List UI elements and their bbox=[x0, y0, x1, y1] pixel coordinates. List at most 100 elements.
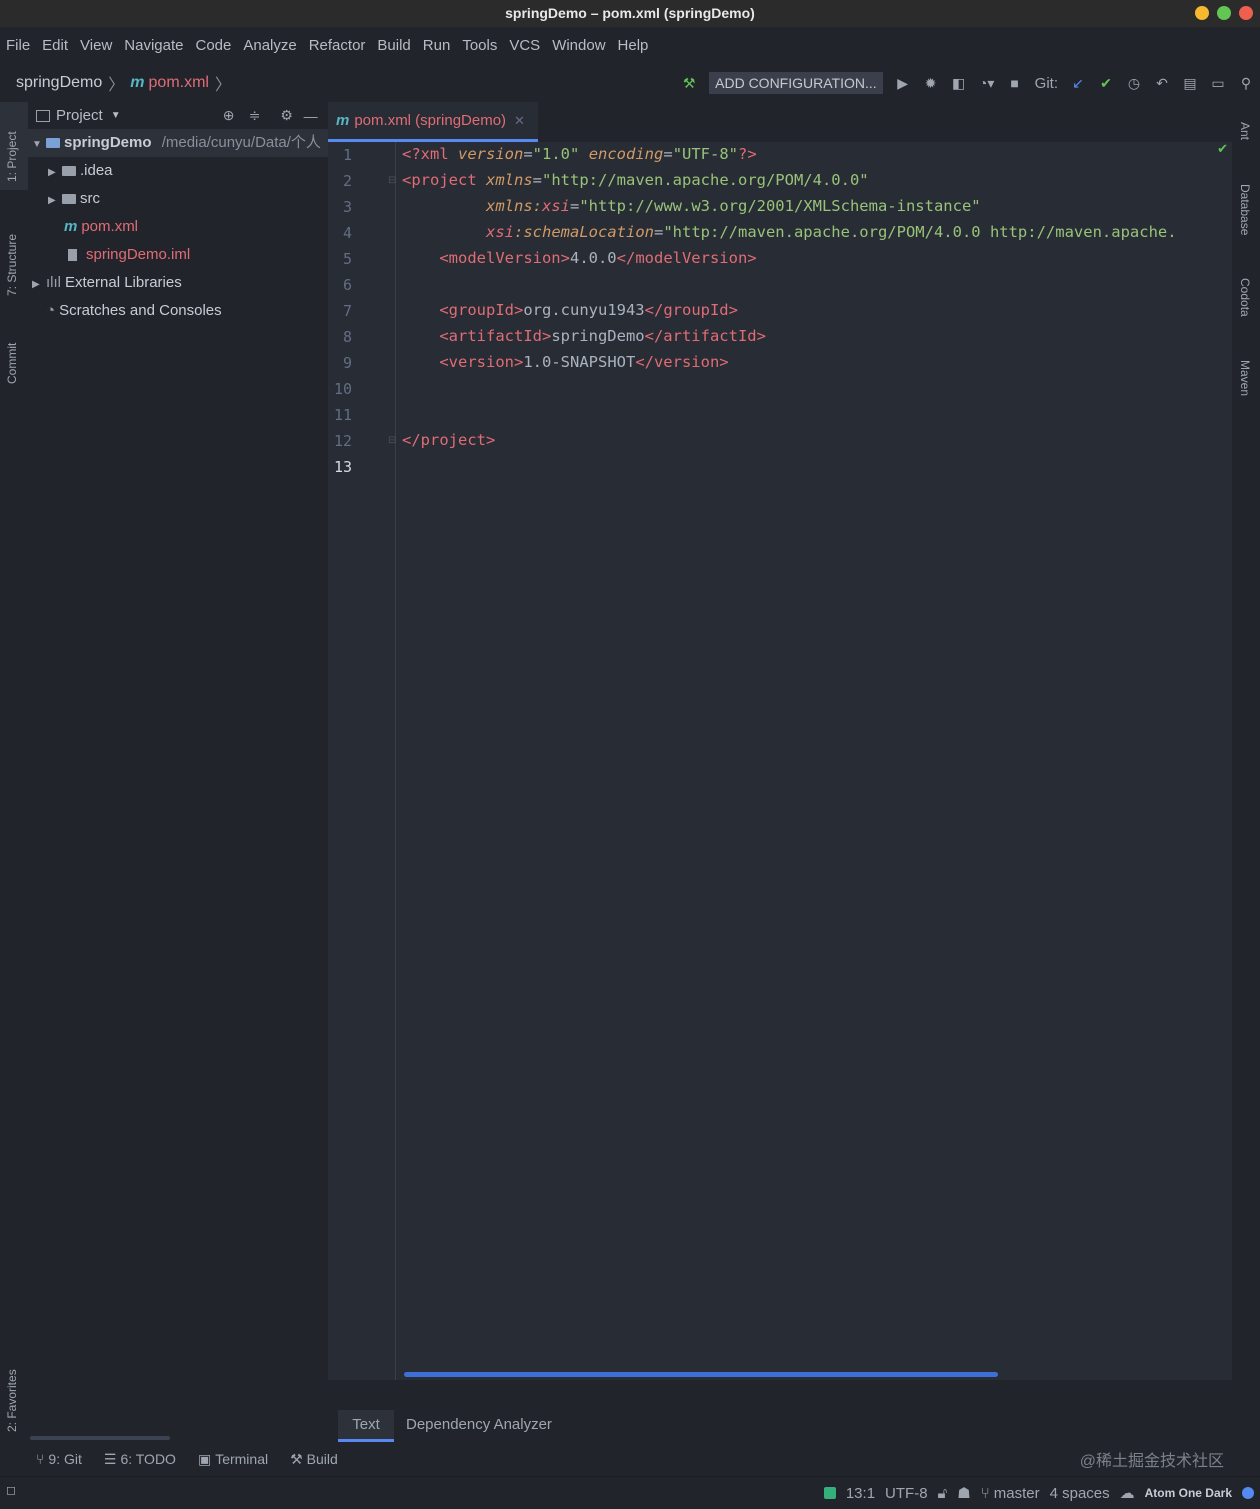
build-hammer-icon: ⚒ bbox=[290, 1450, 303, 1467]
menu-refactor[interactable]: Refactor bbox=[303, 37, 372, 54]
hide-panel-icon[interactable]: — bbox=[303, 108, 319, 124]
editor-horizontal-scrollbar[interactable] bbox=[404, 1372, 998, 1377]
search-icon[interactable]: ⚲ bbox=[1238, 75, 1254, 92]
debug-icon[interactable]: ✹ bbox=[923, 75, 939, 92]
tree-item-scratches[interactable]: ◔ Scratches and Consoles bbox=[46, 297, 222, 325]
git-branch[interactable]: master bbox=[994, 1485, 1040, 1502]
inspector-icon[interactable]: ☗ bbox=[957, 1484, 970, 1502]
maximize-button[interactable] bbox=[1217, 6, 1231, 20]
tool-todo[interactable]: 6: TODO bbox=[120, 1451, 176, 1467]
breadcrumb-project[interactable]: springDemo bbox=[16, 74, 102, 92]
tree-item-pom[interactable]: m pom.xml bbox=[64, 213, 138, 241]
project-structure-icon[interactable]: ▤ bbox=[1182, 75, 1198, 92]
profiler-icon[interactable]: ◔▾ bbox=[979, 75, 995, 92]
window-title: springDemo – pom.xml (springDemo) bbox=[505, 5, 755, 21]
git-history-icon[interactable]: ◷ bbox=[1126, 75, 1142, 92]
maven-file-icon: m bbox=[130, 74, 145, 91]
stop-icon[interactable]: ■ bbox=[1007, 75, 1023, 91]
menu-build[interactable]: Build bbox=[371, 37, 416, 54]
menu-view[interactable]: View bbox=[74, 37, 118, 54]
tool-window-maven[interactable]: Maven bbox=[1238, 360, 1252, 396]
window-title-bar: springDemo – pom.xml (springDemo) bbox=[0, 0, 1260, 27]
status-bar: ◻ 13:1 UTF-8 🔓︎ ☗ ⑂ master 4 spaces ☁ At… bbox=[0, 1476, 1260, 1509]
close-button[interactable] bbox=[1239, 6, 1253, 20]
theme-name[interactable]: Atom One Dark bbox=[1145, 1486, 1232, 1500]
close-tab-icon[interactable]: ✕ bbox=[514, 113, 525, 129]
tree-item-src[interactable]: ▶ src bbox=[48, 185, 100, 213]
tab-pom-xml[interactable]: m pom.xml (springDemo) ✕ bbox=[328, 102, 538, 142]
tool-window-commit[interactable]: Commit bbox=[5, 343, 19, 384]
menu-edit[interactable]: Edit bbox=[36, 37, 74, 54]
gear-icon[interactable]: ⚙ bbox=[279, 107, 295, 124]
run-icon[interactable]: ▶ bbox=[895, 75, 911, 92]
git-rollback-icon[interactable]: ↶ bbox=[1154, 75, 1170, 92]
line-number-gutter: 1 2 3 4 5 6 7 8 9 10 11 12 13 ⊟ ⊟ bbox=[328, 142, 396, 1380]
left-tool-strip: 1: Project 7: Structure Commit 2: Favori… bbox=[0, 102, 29, 1442]
cloud-icon[interactable]: ☁ bbox=[1120, 1484, 1135, 1502]
minimize-button[interactable] bbox=[1195, 6, 1209, 20]
menu-run[interactable]: Run bbox=[417, 37, 457, 54]
file-encoding[interactable]: UTF-8 bbox=[885, 1485, 928, 1502]
tool-window-project[interactable]: 1: Project bbox=[5, 131, 19, 182]
git-update-icon[interactable]: ↙ bbox=[1070, 75, 1086, 92]
line-number: 8 bbox=[342, 328, 352, 346]
list-icon: ☰ bbox=[103, 1450, 117, 1467]
expand-arrow-icon[interactable]: ▼ bbox=[32, 131, 46, 159]
menu-file[interactable]: File bbox=[0, 37, 36, 54]
line-number: 5 bbox=[342, 250, 352, 268]
menu-analyze[interactable]: Analyze bbox=[237, 37, 302, 54]
folder-icon bbox=[62, 194, 76, 205]
add-configuration-button[interactable]: ADD CONFIGURATION... bbox=[709, 72, 883, 94]
chevron-down-icon[interactable]: ▼ bbox=[111, 110, 121, 121]
tool-window-codota[interactable]: Codota bbox=[1238, 278, 1252, 317]
indent-setting[interactable]: 4 spaces bbox=[1050, 1485, 1110, 1502]
expand-arrow-icon[interactable]: ▶ bbox=[32, 271, 46, 299]
tree-item-iml[interactable]: springDemo.iml bbox=[64, 241, 190, 269]
breadcrumb-file[interactable]: pom.xml bbox=[149, 74, 209, 92]
tool-terminal[interactable]: Terminal bbox=[215, 1451, 268, 1467]
line-number: 3 bbox=[342, 198, 352, 216]
code-line-12: </project> bbox=[402, 431, 496, 449]
locate-icon[interactable]: ⊕ bbox=[221, 107, 237, 124]
notification-icon[interactable] bbox=[1242, 1487, 1254, 1499]
line-number: 4 bbox=[342, 224, 352, 242]
menu-navigate[interactable]: Navigate bbox=[118, 37, 189, 54]
tool-window-ant[interactable]: Ant bbox=[1238, 122, 1252, 140]
collapse-all-icon[interactable]: ≑ bbox=[247, 107, 263, 124]
horizontal-scrollbar[interactable] bbox=[30, 1436, 170, 1440]
git-commit-icon[interactable]: ✔ bbox=[1098, 75, 1114, 92]
current-line-number: 13 bbox=[333, 458, 352, 476]
presentation-icon[interactable]: ▭ bbox=[1210, 75, 1226, 92]
menu-tools[interactable]: Tools bbox=[456, 37, 503, 54]
caret-position[interactable]: 13:1 bbox=[846, 1485, 875, 1502]
menu-help[interactable]: Help bbox=[612, 37, 655, 54]
expand-arrow-icon[interactable]: ▶ bbox=[48, 187, 62, 215]
tab-dependency-analyzer[interactable]: Dependency Analyzer bbox=[406, 1410, 552, 1442]
codota-status-icon[interactable] bbox=[823, 1487, 836, 1499]
tool-window-favorites[interactable]: 2: Favorites bbox=[5, 1369, 19, 1432]
tree-item-external-libraries[interactable]: ▶ ılıl External Libraries bbox=[32, 269, 182, 297]
code-editor[interactable]: <?xml version="1.0" encoding="UTF-8"?> <… bbox=[396, 142, 1232, 1380]
tree-root[interactable]: ▼ springDemo /media/cunyu/Data/个人 bbox=[28, 129, 328, 157]
tool-build[interactable]: Build bbox=[307, 1451, 338, 1467]
menu-window[interactable]: Window bbox=[546, 37, 611, 54]
tool-window-structure[interactable]: 7: Structure bbox=[5, 234, 19, 296]
tool-windows-toggle-icon[interactable]: ◻ bbox=[6, 1483, 16, 1497]
tree-item-label: External Libraries bbox=[65, 274, 182, 291]
root-name: springDemo bbox=[64, 134, 152, 151]
menu-code[interactable]: Code bbox=[189, 37, 237, 54]
tab-text[interactable]: Text bbox=[338, 1410, 394, 1442]
tool-git[interactable]: 9: Git bbox=[48, 1451, 81, 1467]
tree-item-idea[interactable]: ▶ .idea bbox=[48, 157, 113, 185]
tool-window-database[interactable]: Database bbox=[1238, 184, 1252, 235]
build-hammer-icon[interactable]: ⚒ bbox=[681, 75, 697, 92]
inspection-ok-icon[interactable]: ✔ bbox=[1217, 142, 1228, 157]
line-number: 11 bbox=[333, 406, 352, 424]
expand-arrow-icon[interactable]: ▶ bbox=[48, 159, 62, 187]
lock-icon[interactable]: 🔓︎ bbox=[938, 1485, 948, 1502]
coverage-icon[interactable]: ◧ bbox=[951, 75, 967, 92]
menu-vcs[interactable]: VCS bbox=[503, 37, 546, 54]
project-view-selector[interactable]: Project bbox=[56, 107, 103, 124]
code-line-8: <artifactId>springDemo</artifactId> bbox=[439, 327, 766, 345]
code-line-1: <?xml version="1.0" encoding="UTF-8"?> bbox=[402, 145, 757, 163]
